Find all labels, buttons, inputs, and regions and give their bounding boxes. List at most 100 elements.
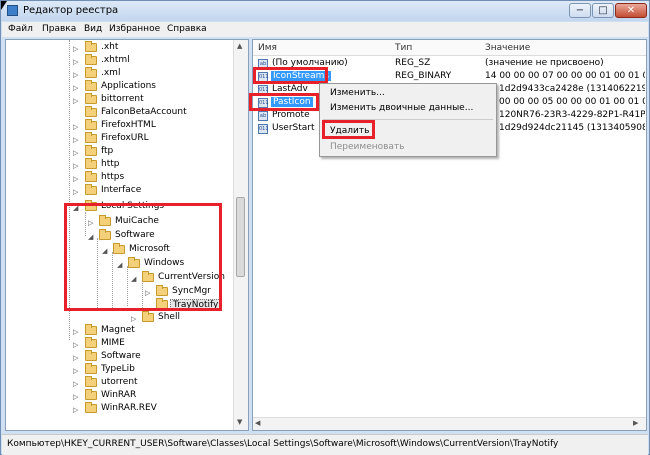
context-menu-modify[interactable]: Изменить...	[330, 88, 385, 98]
tree-item-label: WinRAR.REV	[101, 403, 157, 413]
tree-item-label: Magnet	[101, 325, 135, 335]
folder-icon	[85, 171, 97, 182]
value-data: (значение не присвоено)	[485, 58, 604, 68]
tree-item[interactable]: ▷ Applications	[6, 80, 236, 94]
scroll-down-arrow-icon[interactable]: ▼	[237, 418, 242, 426]
tree-item-label: .xhtml	[101, 55, 130, 65]
tree-item[interactable]: ▷ .xhtml	[6, 54, 236, 68]
tree-item[interactable]: ▷ Shell	[6, 311, 236, 325]
tree-item-label: https	[101, 172, 125, 182]
value-type: REG_SZ	[395, 58, 431, 68]
expand-arrow-icon[interactable]: ▷	[73, 97, 78, 105]
folder-icon	[85, 54, 97, 65]
value-type: REG_BINARY	[395, 71, 452, 81]
tree-item[interactable]: ▷ .xml	[6, 67, 236, 81]
tree-item[interactable]: ▷ Magnet	[6, 324, 236, 338]
column-header-value[interactable]: Значение	[485, 43, 530, 53]
expand-arrow-icon[interactable]: ▷	[73, 71, 78, 79]
expand-arrow-icon[interactable]: ▷	[73, 406, 78, 414]
folder-icon	[85, 93, 97, 104]
folder-icon	[85, 402, 97, 413]
expand-arrow-icon[interactable]: ▷	[73, 341, 78, 349]
expand-arrow-icon[interactable]: ▷	[73, 136, 78, 144]
tree-item[interactable]: ▷ WinRAR	[6, 389, 236, 403]
list-header: Имя Тип Значение	[253, 40, 646, 56]
tree-item[interactable]: ▷ Software	[6, 350, 236, 364]
folder-icon	[85, 376, 97, 387]
tree-item-label: FalconBetaAccount	[101, 107, 187, 117]
folder-icon	[85, 337, 97, 348]
expand-arrow-icon[interactable]: ▷	[73, 328, 78, 336]
tree-item-label: Software	[101, 351, 141, 361]
menu-bar: Файл Правка Вид Избранное Справка	[2, 22, 648, 37]
minimize-button[interactable]: −	[569, 3, 591, 18]
menu-help[interactable]: Справка	[167, 24, 207, 34]
list-horizontal-scrollbar[interactable]: ◀ ▶	[253, 417, 646, 430]
tree-item[interactable]: ▷ TypeLib	[6, 363, 236, 377]
scroll-left-arrow-icon[interactable]: ◀	[255, 419, 260, 427]
status-path: Компьютер\HKEY_CURRENT_USER\Software\Cla…	[7, 439, 559, 449]
close-button[interactable]: ✕	[615, 3, 647, 18]
tree-item[interactable]: ▷ https	[6, 171, 236, 185]
tree-item[interactable]: ▷ ftp	[6, 145, 236, 159]
tree-item[interactable]: ▷ MIME	[6, 337, 236, 351]
key-tree-pane[interactable]: ▷ .xht ▷ .xhtml ▷ .xml ▷ Applications ▷ bitto…	[5, 39, 249, 431]
tree-item-label: ftp	[101, 146, 114, 156]
tree-scroll-thumb[interactable]	[236, 197, 245, 277]
red-highlight-box	[249, 93, 319, 111]
expand-arrow-icon[interactable]: ▷	[131, 315, 136, 323]
menu-view[interactable]: Вид	[84, 24, 102, 34]
expand-arrow-icon[interactable]: ▷	[73, 188, 78, 196]
expand-arrow-icon[interactable]: ▷	[73, 123, 78, 131]
expand-arrow-icon[interactable]: ▷	[73, 380, 78, 388]
scroll-up-arrow-icon[interactable]: ▲	[237, 42, 242, 50]
tree-item-label: FirefoxURL	[101, 133, 149, 143]
tree-item-label: Applications	[101, 81, 156, 91]
value-name: Promote	[272, 110, 310, 120]
folder-icon	[85, 119, 97, 130]
maximize-button[interactable]: □	[592, 3, 614, 18]
expand-arrow-icon[interactable]: ▷	[73, 175, 78, 183]
column-header-type[interactable]: Тип	[395, 43, 412, 53]
mouse-pointer-icon	[1, 1, 7, 10]
tree-item-label: http	[101, 159, 120, 169]
tree-vertical-scrollbar[interactable]: ▲ ▼	[233, 40, 248, 430]
context-menu-modify-binary[interactable]: Изменить двоичные данные...	[330, 103, 473, 113]
expand-arrow-icon[interactable]: ▷	[73, 393, 78, 401]
tree-item-label: WinRAR	[101, 390, 137, 400]
tree-item-label: TypeLib	[101, 364, 135, 374]
expand-arrow-icon[interactable]: ▷	[73, 149, 78, 157]
menu-file[interactable]: Файл	[8, 24, 33, 34]
tree-item[interactable]: ▷ bittorrent	[6, 93, 236, 107]
tree-item[interactable]: ▷ http	[6, 158, 236, 172]
expand-arrow-icon[interactable]: ▷	[73, 45, 78, 53]
tree-item[interactable]: ▷ FirefoxHTML	[6, 119, 236, 133]
tree-item[interactable]: ▷ FirefoxURL	[6, 132, 236, 146]
title-bar[interactable]: Редактор реестра − □ ✕	[1, 1, 649, 21]
scroll-right-arrow-icon[interactable]: ▶	[633, 419, 638, 427]
tree-item[interactable]: FalconBetaAccount	[6, 106, 236, 120]
column-header-name[interactable]: Имя	[258, 43, 277, 53]
expand-arrow-icon[interactable]: ▷	[73, 58, 78, 66]
context-menu-rename: Переименовать	[330, 142, 405, 152]
tree-item[interactable]: ▷ .xht	[6, 41, 236, 55]
tree-item[interactable]: ▷ Interface	[6, 184, 236, 198]
menu-favorites[interactable]: Избранное	[109, 24, 160, 34]
folder-icon	[85, 324, 97, 335]
tree-item-label: Interface	[101, 185, 142, 195]
expand-arrow-icon[interactable]: ▷	[73, 354, 78, 362]
menu-edit[interactable]: Правка	[42, 24, 76, 34]
expand-arrow-icon[interactable]: ▷	[73, 84, 78, 92]
tree-item-label: Shell	[158, 312, 180, 322]
expand-arrow-icon[interactable]: ▷	[73, 367, 78, 375]
registry-editor-window: Редактор реестра − □ ✕ Файл Правка Вид И…	[0, 0, 650, 455]
value-data: 1d2d9433ca2428e (1314062219504687	[499, 84, 645, 94]
expand-arrow-icon[interactable]: ▷	[73, 162, 78, 170]
binary-value-icon: 011	[258, 124, 269, 134]
folder-icon	[85, 184, 97, 195]
tree-item-label: MIME	[101, 338, 125, 348]
string-value-icon: ab	[258, 111, 268, 121]
folder-icon	[85, 41, 97, 52]
tree-item[interactable]: ▷ utorrent	[6, 376, 236, 390]
tree-item[interactable]: ▷ WinRAR.REV	[6, 402, 236, 416]
